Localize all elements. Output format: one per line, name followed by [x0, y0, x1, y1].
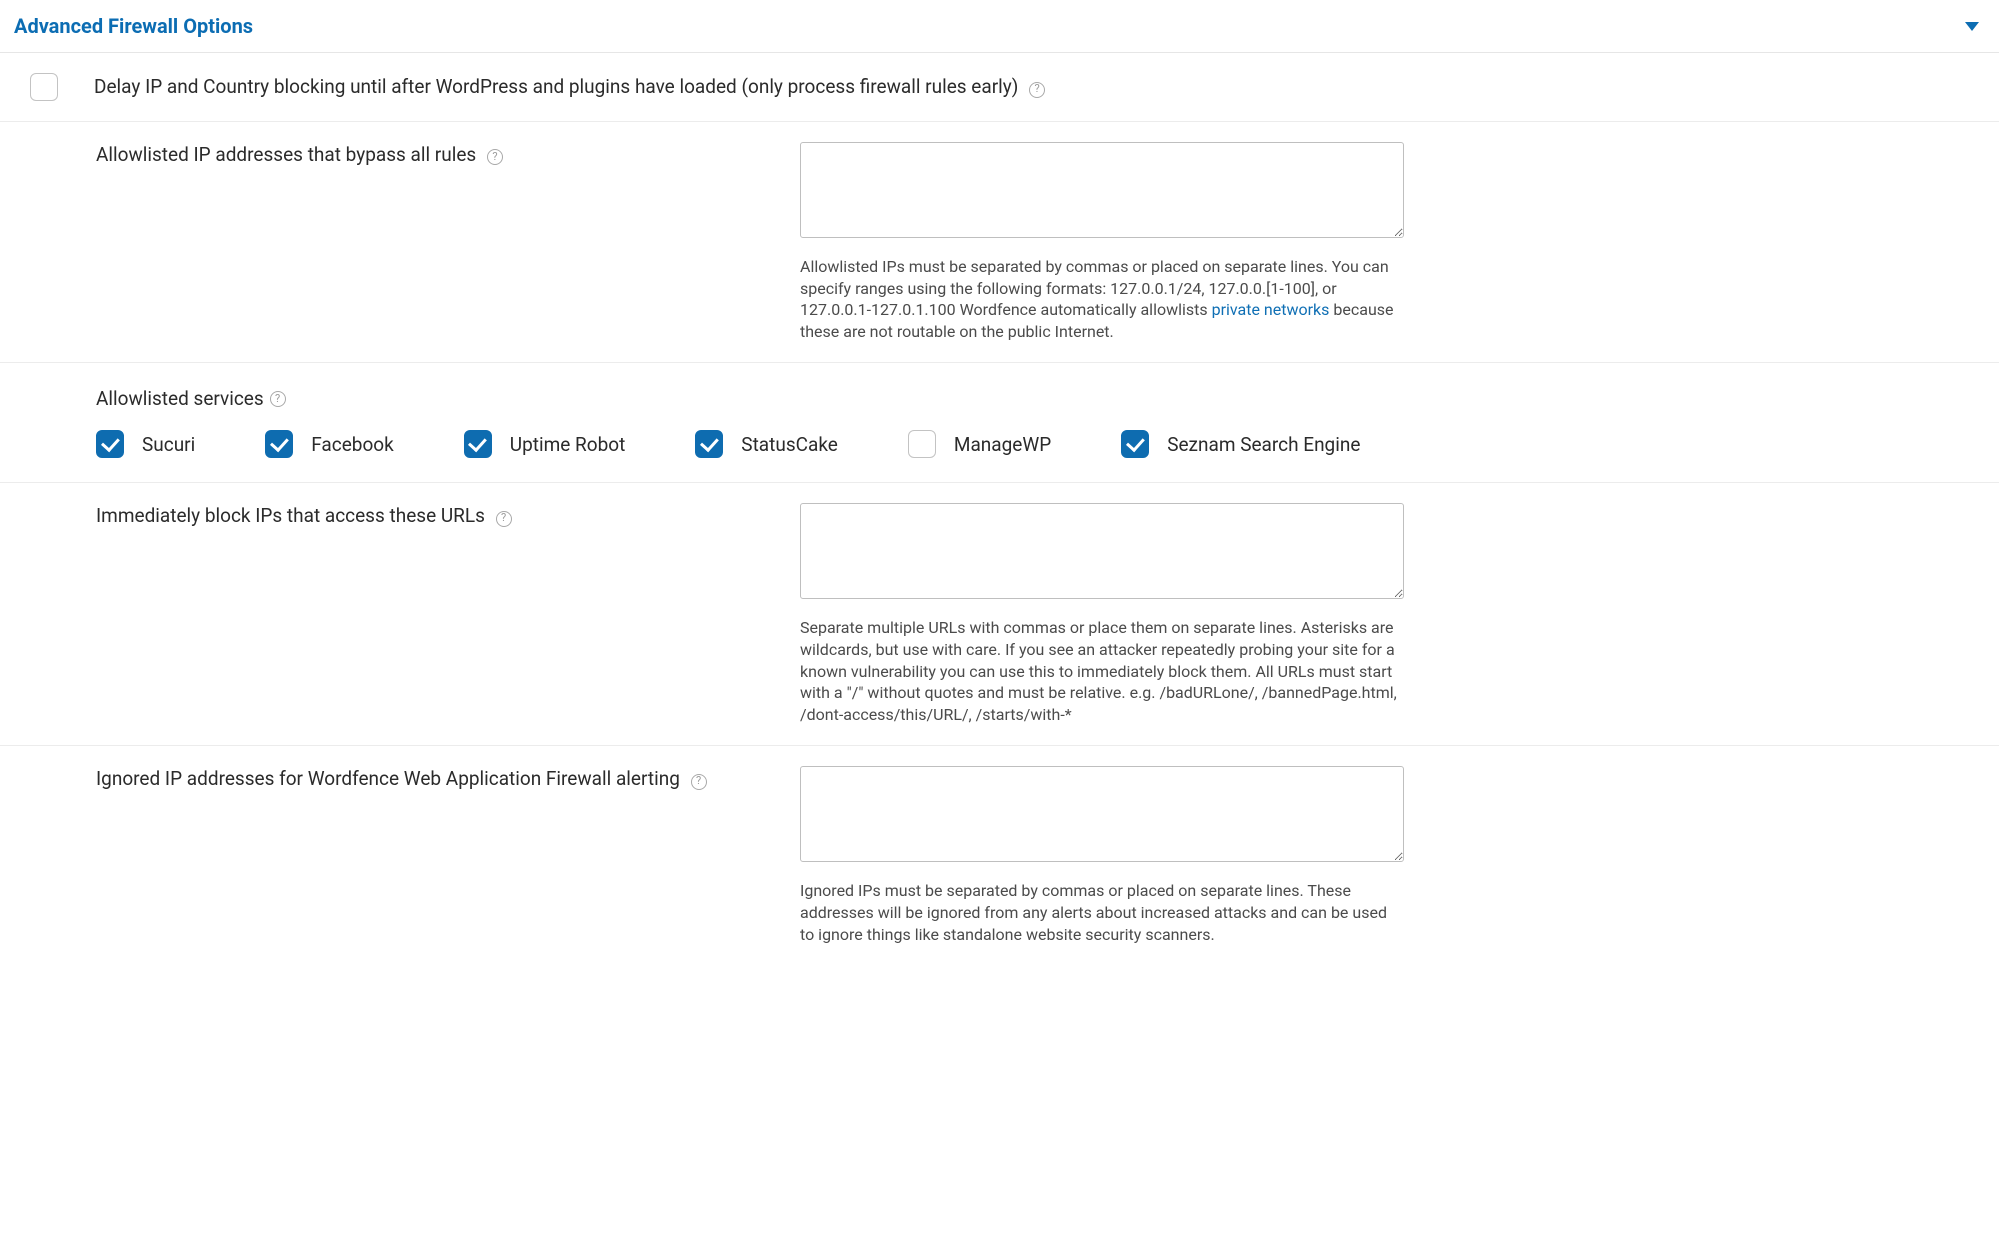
allowlisted-ips-label-text: Allowlisted IP addresses that bypass all… — [96, 143, 476, 166]
service-item: Facebook — [265, 430, 394, 458]
service-label: Facebook — [311, 432, 394, 458]
row-block-urls: Immediately block IPs that access these … — [0, 483, 1999, 746]
ignored-ips-label: Ignored IP addresses for Wordfence Web A… — [96, 766, 707, 792]
help-icon[interactable]: ? — [496, 511, 512, 527]
service-label: ManageWP — [954, 432, 1051, 458]
service-item: Sucuri — [96, 430, 195, 458]
allowlisted-ips-hint: Allowlisted IPs must be separated by com… — [800, 256, 1404, 342]
service-label: StatusCake — [741, 432, 838, 458]
help-icon[interactable]: ? — [1029, 82, 1045, 98]
ignored-ips-hint: Ignored IPs must be separated by commas … — [800, 880, 1404, 945]
delay-blocking-label: Delay IP and Country blocking until afte… — [94, 74, 1045, 100]
row-delay-blocking: Delay IP and Country blocking until afte… — [0, 53, 1999, 122]
service-checkbox[interactable] — [96, 430, 124, 458]
allowlisted-services-label: Allowlisted services ? — [96, 387, 1979, 410]
ignored-ips-label-text: Ignored IP addresses for Wordfence Web A… — [96, 767, 680, 790]
service-checkbox[interactable] — [265, 430, 293, 458]
service-checkbox[interactable] — [908, 430, 936, 458]
row-ignored-ips: Ignored IP addresses for Wordfence Web A… — [0, 746, 1999, 965]
block-urls-textarea[interactable] — [800, 503, 1404, 599]
service-checkbox[interactable] — [464, 430, 492, 458]
service-checkbox[interactable] — [695, 430, 723, 458]
section-title: Advanced Firewall Options — [14, 14, 253, 38]
row-allowlisted-ips: Allowlisted IP addresses that bypass all… — [0, 122, 1999, 363]
service-item: Uptime Robot — [464, 430, 626, 458]
block-urls-hint: Separate multiple URLs with commas or pl… — [800, 617, 1404, 725]
block-urls-label: Immediately block IPs that access these … — [96, 503, 512, 529]
delay-blocking-label-text: Delay IP and Country blocking until afte… — [94, 75, 1018, 98]
help-icon[interactable]: ? — [270, 391, 286, 407]
block-urls-label-text: Immediately block IPs that access these … — [96, 504, 485, 527]
service-item: StatusCake — [695, 430, 838, 458]
service-label: Seznam Search Engine — [1167, 432, 1360, 458]
allowlisted-ips-label: Allowlisted IP addresses that bypass all… — [96, 142, 503, 168]
service-item: ManageWP — [908, 430, 1051, 458]
service-item: Seznam Search Engine — [1121, 430, 1360, 458]
allowlisted-ips-textarea[interactable] — [800, 142, 1404, 238]
allowlisted-services-list: Sucuri Facebook Uptime Robot StatusCake Mana… — [96, 430, 1979, 458]
private-networks-link[interactable]: private networks — [1212, 300, 1330, 319]
ignored-ips-textarea[interactable] — [800, 766, 1404, 862]
help-icon[interactable]: ? — [487, 149, 503, 165]
allowlisted-services-label-text: Allowlisted services — [96, 387, 264, 410]
service-label: Sucuri — [142, 432, 195, 458]
help-icon[interactable]: ? — [691, 774, 707, 790]
chevron-down-icon[interactable] — [1965, 22, 1979, 31]
delay-blocking-checkbox[interactable] — [30, 73, 58, 101]
row-allowlisted-services: Allowlisted services ? Sucuri Facebook Upt… — [0, 363, 1999, 483]
section-header[interactable]: Advanced Firewall Options — [0, 0, 1999, 53]
service-checkbox[interactable] — [1121, 430, 1149, 458]
service-label: Uptime Robot — [510, 432, 626, 458]
